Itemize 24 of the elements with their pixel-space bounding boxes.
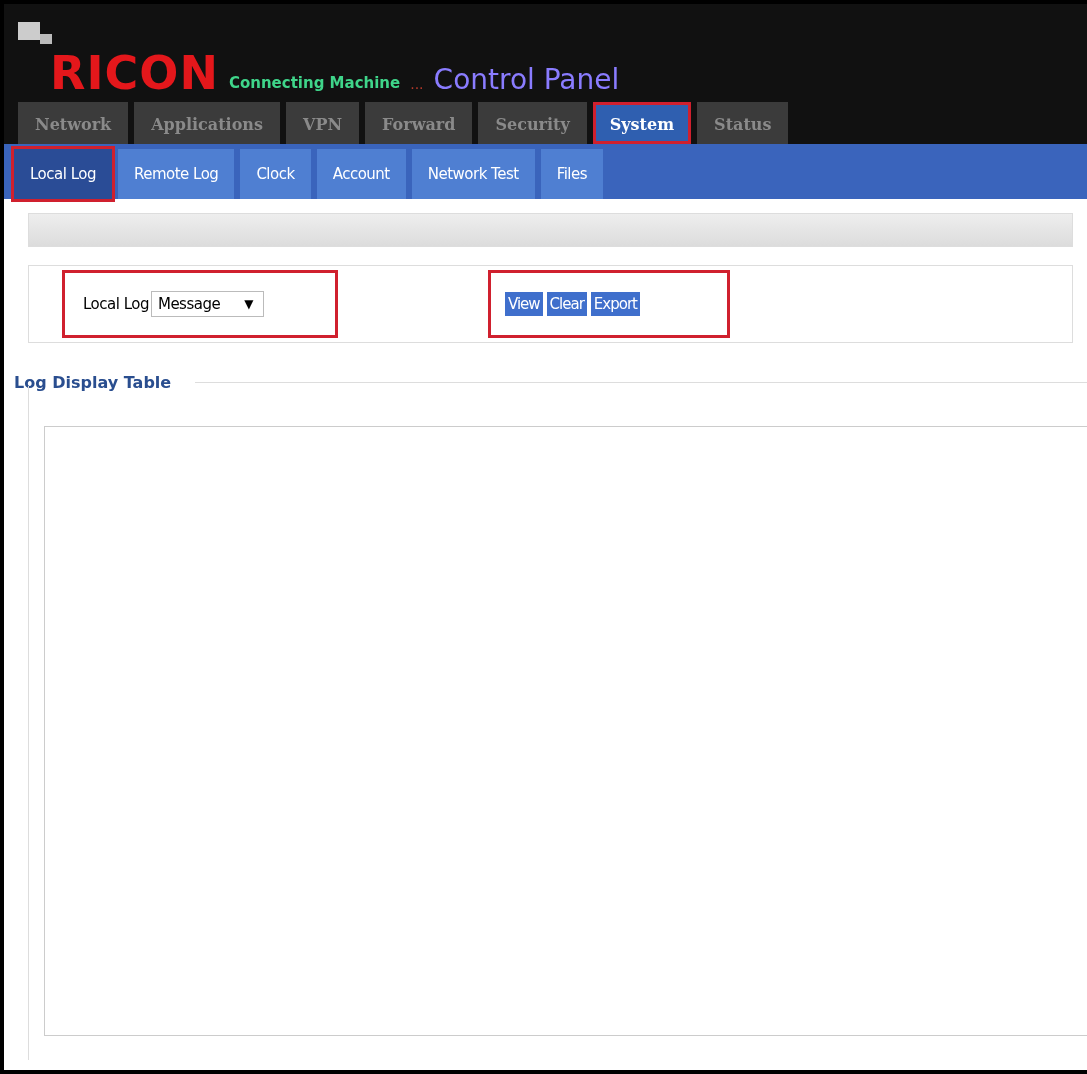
page-title: Control Panel <box>433 63 620 96</box>
sub-tab[interactable]: Files <box>540 149 604 199</box>
ellipsis-text: ... <box>410 76 424 92</box>
log-text-area[interactable] <box>44 426 1087 1036</box>
nav-tab[interactable]: Applications <box>134 102 280 144</box>
local-log-label: Local Log <box>83 295 149 313</box>
action-button[interactable]: Clear <box>546 292 587 316</box>
sub-tab[interactable]: Remote Log <box>117 149 235 199</box>
brand-name: RICON <box>50 50 219 96</box>
sub-tab[interactable]: Account <box>316 149 406 199</box>
nav-tab[interactable]: Network <box>18 102 129 144</box>
nav-tab[interactable]: Security <box>478 102 587 144</box>
action-button[interactable]: Export <box>590 292 640 316</box>
nav-tab[interactable]: Forward <box>365 102 473 144</box>
nav-tab[interactable]: Status <box>697 102 789 144</box>
brand-tagline: Connecting Machine <box>228 74 401 92</box>
log-display-legend: Log Display Table <box>14 373 172 392</box>
sub-tab[interactable]: Clock <box>240 149 311 199</box>
nav-tab[interactable]: VPN <box>286 102 360 144</box>
action-button[interactable]: View <box>505 292 543 316</box>
log-type-select[interactable]: Message ▼ <box>150 291 264 317</box>
sub-tab[interactable]: Network Test <box>411 149 535 199</box>
nav-tab[interactable]: System <box>592 102 692 144</box>
sub-tab[interactable]: Local Log <box>14 149 112 199</box>
